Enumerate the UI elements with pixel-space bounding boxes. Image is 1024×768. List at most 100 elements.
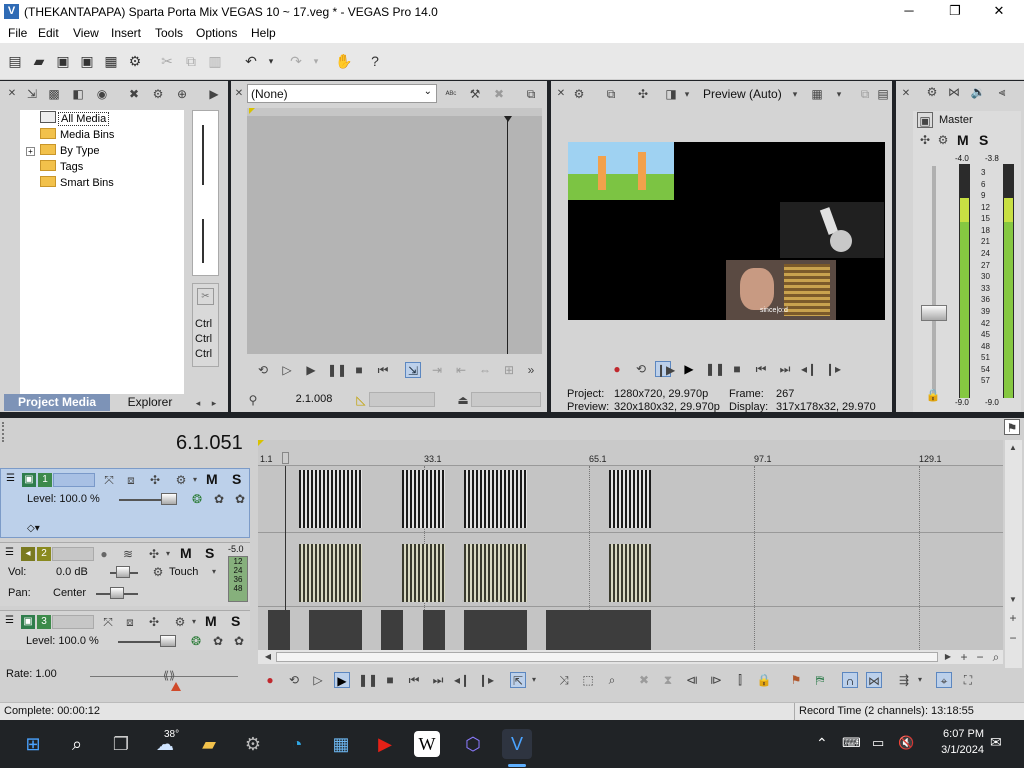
tab-explorer[interactable]: Explorer: [112, 394, 188, 411]
close-button[interactable]: ✕: [976, 2, 1022, 22]
expand-icon[interactable]: +: [26, 147, 35, 156]
menu-view[interactable]: View: [73, 26, 99, 40]
compositing-icon[interactable]: ✣: [147, 472, 163, 488]
previous-frame-icon[interactable]: ◂❙: [801, 361, 817, 377]
video-clip[interactable]: [381, 610, 403, 650]
child-icon[interactable]: ✿: [232, 491, 248, 507]
track-name-field[interactable]: [52, 615, 94, 629]
keyframe-icon[interactable]: ◇▾: [27, 523, 40, 534]
parent-icon[interactable]: ✿: [210, 633, 226, 649]
trim-start-icon[interactable]: ⧏: [684, 672, 700, 688]
redo-icon[interactable]: ↷: [287, 52, 305, 70]
audio-clip[interactable]: [464, 544, 527, 602]
undo-icon[interactable]: ↶: [242, 52, 260, 70]
panel-close-icon[interactable]: ✕: [231, 86, 247, 102]
panel-close-icon[interactable]: ✕: [4, 86, 20, 102]
zoom-in-icon[interactable]: +: [956, 649, 972, 665]
rate-slider-handle[interactable]: ⟪⟫: [163, 669, 175, 682]
save-as-icon[interactable]: ▣: [78, 52, 96, 70]
video-clip[interactable]: [464, 470, 527, 528]
add-to-timeline-icon[interactable]: ⇲: [405, 362, 421, 378]
web-media-icon[interactable]: ◉: [94, 86, 110, 102]
remove-icon[interactable]: ✖: [491, 86, 507, 102]
track-fx-icon[interactable]: ⧈: [122, 614, 138, 630]
loop-playback-icon[interactable]: ⟲: [255, 362, 271, 378]
ignore-grouping-icon[interactable]: ⛶: [960, 672, 976, 688]
copy-snapshot-icon[interactable]: ⧉: [857, 86, 873, 102]
parent-icon[interactable]: ✿: [211, 491, 227, 507]
audio-clip[interactable]: [609, 544, 651, 602]
next-frame-icon[interactable]: ❙▸: [478, 672, 494, 688]
wikipedia-icon[interactable]: W: [414, 731, 440, 757]
timeline-ruler[interactable]: 1.1 33.1 65.1 97.1 129.1: [258, 440, 1003, 466]
go-to-start-icon[interactable]: ⏮: [375, 362, 391, 378]
tree-item-media-bins[interactable]: Media Bins: [40, 127, 114, 143]
master-solo-button[interactable]: S: [979, 132, 988, 148]
selection-tool-icon[interactable]: ⬚: [580, 672, 596, 688]
collapse-icon[interactable]: ☰: [5, 547, 14, 558]
fit-icon[interactable]: ⇔: [477, 362, 493, 378]
go-to-end-icon[interactable]: ⏭: [430, 672, 446, 688]
trim-icon[interactable]: ⧗: [660, 672, 676, 688]
track-1-mute-button[interactable]: M: [206, 471, 218, 487]
vegas-taskbar-icon[interactable]: V: [502, 729, 532, 759]
get-media-icon[interactable]: ◧: [70, 86, 86, 102]
track-header-3[interactable]: ☰ ▣ 3 ⤧ ⧈ ✣ ⚙ ▾ M S Level: 100.0 % ❂ ✿ ✿: [0, 610, 250, 650]
menu-insert[interactable]: Insert: [111, 26, 141, 40]
play-icon[interactable]: ▶: [334, 672, 350, 688]
chevron-down-icon[interactable]: ▾: [912, 672, 928, 688]
tab-scroll-right-icon[interactable]: ▸: [206, 395, 222, 411]
track-name-field[interactable]: [52, 547, 94, 561]
dim-output-icon[interactable]: 🔉: [970, 84, 986, 100]
stop-icon[interactable]: ■: [351, 362, 367, 378]
split-screen-icon[interactable]: ⧉: [603, 86, 619, 102]
snapping-icon[interactable]: ∩: [842, 672, 858, 688]
track-header-2[interactable]: ☰ ◂ 2 ● ≋ ✣ ▾ M S -5.0 12 24 36 48 Vol: …: [0, 542, 250, 606]
video-clip[interactable]: [423, 610, 445, 650]
lock-icon[interactable]: 🔒: [925, 387, 941, 403]
media-fx-icon[interactable]: ⊕: [174, 86, 190, 102]
automation-mode[interactable]: Touch: [169, 566, 198, 578]
video-clip[interactable]: [309, 610, 362, 650]
audio-clip[interactable]: [402, 544, 445, 602]
play-icon[interactable]: ▶: [303, 362, 319, 378]
scroll-up-icon[interactable]: ▲: [1005, 440, 1021, 456]
video-clip[interactable]: [546, 610, 651, 650]
youtube-icon[interactable]: ▶: [370, 729, 400, 759]
cut-icon[interactable]: ✂: [158, 52, 176, 70]
remove-media-icon[interactable]: ✖: [126, 86, 142, 102]
pause-icon[interactable]: ❚❚: [327, 362, 347, 378]
go-to-start-icon[interactable]: ⏮: [753, 361, 769, 377]
chevron-down-icon[interactable]: ▾: [679, 86, 695, 102]
track-header-1[interactable]: ☰ ▣ 1 ⤧ ⧈ ✣ ⚙ ▾ M S Level: 100.0 % ❂ ✿ ✿…: [0, 468, 250, 538]
track-3-solo-button[interactable]: S: [231, 613, 240, 629]
previous-frame-icon[interactable]: ◂❙: [454, 672, 470, 688]
tab-project-media[interactable]: Project Media: [4, 394, 110, 411]
zoom-tool-icon[interactable]: ⌕: [604, 672, 620, 688]
horizontal-scrollbar[interactable]: ◀ ▶ + − ⌕: [258, 650, 1003, 664]
downmix-icon[interactable]: ⋈: [946, 84, 962, 100]
scroll-right-icon[interactable]: ▶: [940, 649, 956, 665]
master-fx-icon[interactable]: ✣: [917, 132, 933, 148]
lock-icon[interactable]: 🔒: [756, 672, 772, 688]
network-icon[interactable]: ▭: [872, 735, 884, 751]
mixer-properties-icon[interactable]: ⚙: [924, 84, 940, 100]
volume-muted-icon[interactable]: 🔇: [898, 735, 914, 751]
track-lanes[interactable]: [258, 466, 1003, 650]
chevron-down-icon[interactable]: ▾: [831, 86, 847, 102]
track-name-field[interactable]: [53, 473, 95, 487]
external-monitor-icon[interactable]: ✣: [635, 86, 651, 102]
import-media-icon[interactable]: ⇲: [24, 86, 40, 102]
menu-help[interactable]: Help: [251, 26, 276, 40]
menu-file[interactable]: File: [8, 26, 27, 40]
level-slider-handle[interactable]: [161, 493, 177, 505]
marker-flag-icon[interactable]: ⚑: [1004, 419, 1020, 435]
tree-item-tags[interactable]: Tags: [40, 159, 83, 175]
tree-item-all-media[interactable]: All Media: [40, 111, 110, 127]
overwrite-icon[interactable]: ⊞: [501, 362, 517, 378]
track-motion-icon[interactable]: ⤧: [101, 472, 117, 488]
video-clip[interactable]: [402, 470, 445, 528]
vertical-scrollbar[interactable]: ▲ ▼ + −: [1005, 440, 1022, 668]
copy-icon[interactable]: ⧉: [182, 52, 200, 70]
settings-gear-icon[interactable]: ⚙: [238, 729, 268, 759]
